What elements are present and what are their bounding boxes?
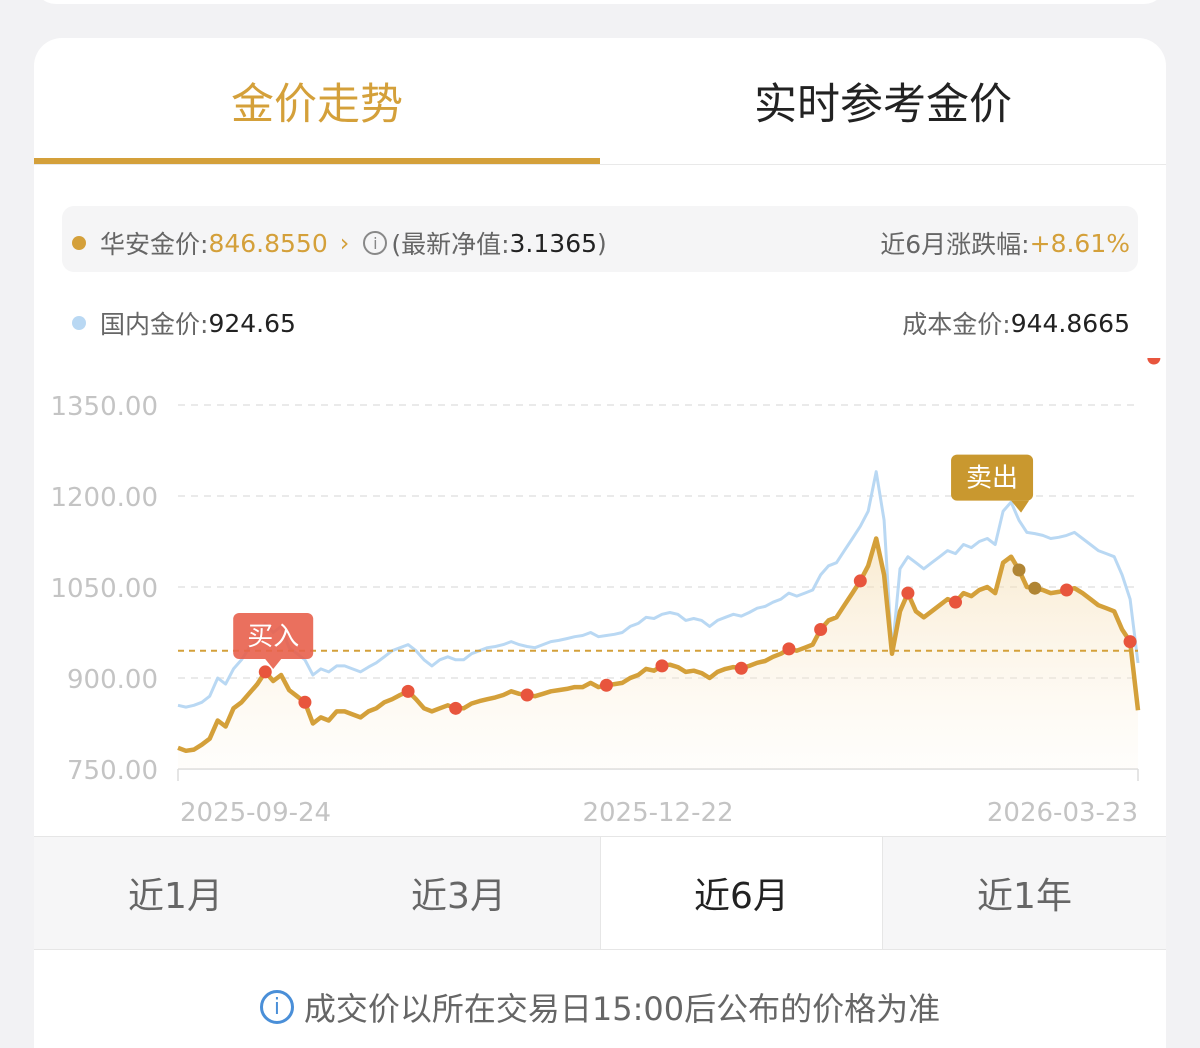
- huaan-price-legend[interactable]: 华安金价: 846.8550 › i (最新净值: 3.1365 ): [72, 225, 607, 261]
- gold-price-card: 金价走势 实时参考金价 华安金价: 846.8550 › i (最新净值: 3.…: [34, 38, 1166, 1048]
- y-tick-label: 1050.00: [50, 574, 158, 604]
- active-tab-indicator: [34, 158, 600, 164]
- trade-marker[interactable]: [949, 595, 963, 609]
- trade-marker[interactable]: [1147, 358, 1161, 365]
- tab-realtime-gold-price[interactable]: 实时参考金价: [600, 38, 1166, 164]
- trade-price-note: i 成交价以所在交易日15:00后公布的价格为准: [34, 982, 1166, 1032]
- time-range-tabs: 近1月 近3月 近6月 近1年: [34, 836, 1166, 950]
- chevron-right-icon[interactable]: ›: [340, 229, 350, 257]
- cost-price: 成本金价: 944.8665: [902, 305, 1130, 341]
- trade-marker[interactable]: [1012, 563, 1026, 577]
- change-value: +8.61%: [1029, 228, 1130, 258]
- nav-value: 3.1365: [509, 228, 598, 258]
- domestic-price-label: 国内金价:: [100, 310, 209, 339]
- range-tab-3-months[interactable]: 近3月: [317, 837, 600, 949]
- fund-info-bar: 华安金价: 846.8550 › i (最新净值: 3.1365 ) 近6月涨跌…: [62, 206, 1138, 272]
- huaan-legend-dot: [72, 236, 86, 250]
- trade-marker[interactable]: [1123, 635, 1137, 649]
- range-tab-6-months[interactable]: 近6月: [600, 837, 883, 949]
- cost-price-value: 944.8665: [1010, 308, 1130, 338]
- six-month-change: 近6月涨跌幅: +8.61%: [880, 225, 1130, 261]
- domestic-price-value: 924.65: [208, 308, 296, 338]
- y-tick-label: 900.00: [67, 665, 158, 695]
- huaan-price-label: 华安金价:: [100, 230, 209, 259]
- y-tick-label: 750.00: [67, 756, 158, 786]
- previous-card-edge: [34, 0, 1166, 4]
- range-tab-1-year[interactable]: 近1年: [883, 837, 1166, 949]
- domestic-legend-dot: [72, 316, 86, 330]
- trade-marker[interactable]: [814, 622, 828, 636]
- trade-marker[interactable]: [298, 695, 312, 709]
- trade-marker[interactable]: [782, 642, 796, 656]
- trade-marker[interactable]: [449, 701, 463, 715]
- buy-badge-label: 买入: [247, 622, 299, 652]
- trade-marker[interactable]: [258, 665, 272, 679]
- trade-marker[interactable]: [734, 661, 748, 675]
- info-icon[interactable]: i: [363, 231, 388, 255]
- trade-marker[interactable]: [901, 586, 915, 600]
- x-tick-label: 2025-09-24: [180, 798, 331, 828]
- trade-marker[interactable]: [1060, 583, 1074, 597]
- range-tab-1-month[interactable]: 近1月: [34, 837, 317, 949]
- y-tick-label: 1350.00: [50, 392, 158, 422]
- trade-price-note-text: 成交价以所在交易日15:00后公布的价格为准: [303, 990, 941, 1028]
- trade-marker[interactable]: [853, 574, 867, 588]
- nav-close-paren: ): [597, 228, 607, 258]
- change-label: 近6月涨跌幅:: [880, 230, 1030, 259]
- trade-marker[interactable]: [401, 684, 415, 698]
- y-tick-label: 1200.00: [50, 483, 158, 513]
- huaan-price-value: 846.8550: [208, 228, 328, 258]
- trade-marker[interactable]: [1028, 581, 1042, 595]
- nav-label: (最新净值:: [391, 230, 510, 259]
- gold-price-chart[interactable]: 1350.00 1200.00 1050.00 900.00 750.00 2025-09…: [34, 358, 1166, 828]
- cost-price-label: 成本金价:: [902, 310, 1011, 339]
- view-tabs: 金价走势 实时参考金价: [34, 38, 1166, 165]
- info-icon: i: [259, 990, 294, 1024]
- sell-badge-label: 卖出: [966, 464, 1018, 494]
- x-tick-label: 2025-12-22: [582, 798, 733, 828]
- trade-marker[interactable]: [599, 678, 613, 692]
- tab-gold-trend[interactable]: 金价走势: [34, 38, 600, 164]
- huaan-area-fill: [178, 538, 1138, 769]
- trade-marker[interactable]: [655, 659, 669, 673]
- domestic-price-legend: 国内金价: 924.65: [72, 305, 296, 341]
- x-tick-label: 2026-03-23: [987, 798, 1138, 828]
- trade-marker[interactable]: [520, 688, 534, 702]
